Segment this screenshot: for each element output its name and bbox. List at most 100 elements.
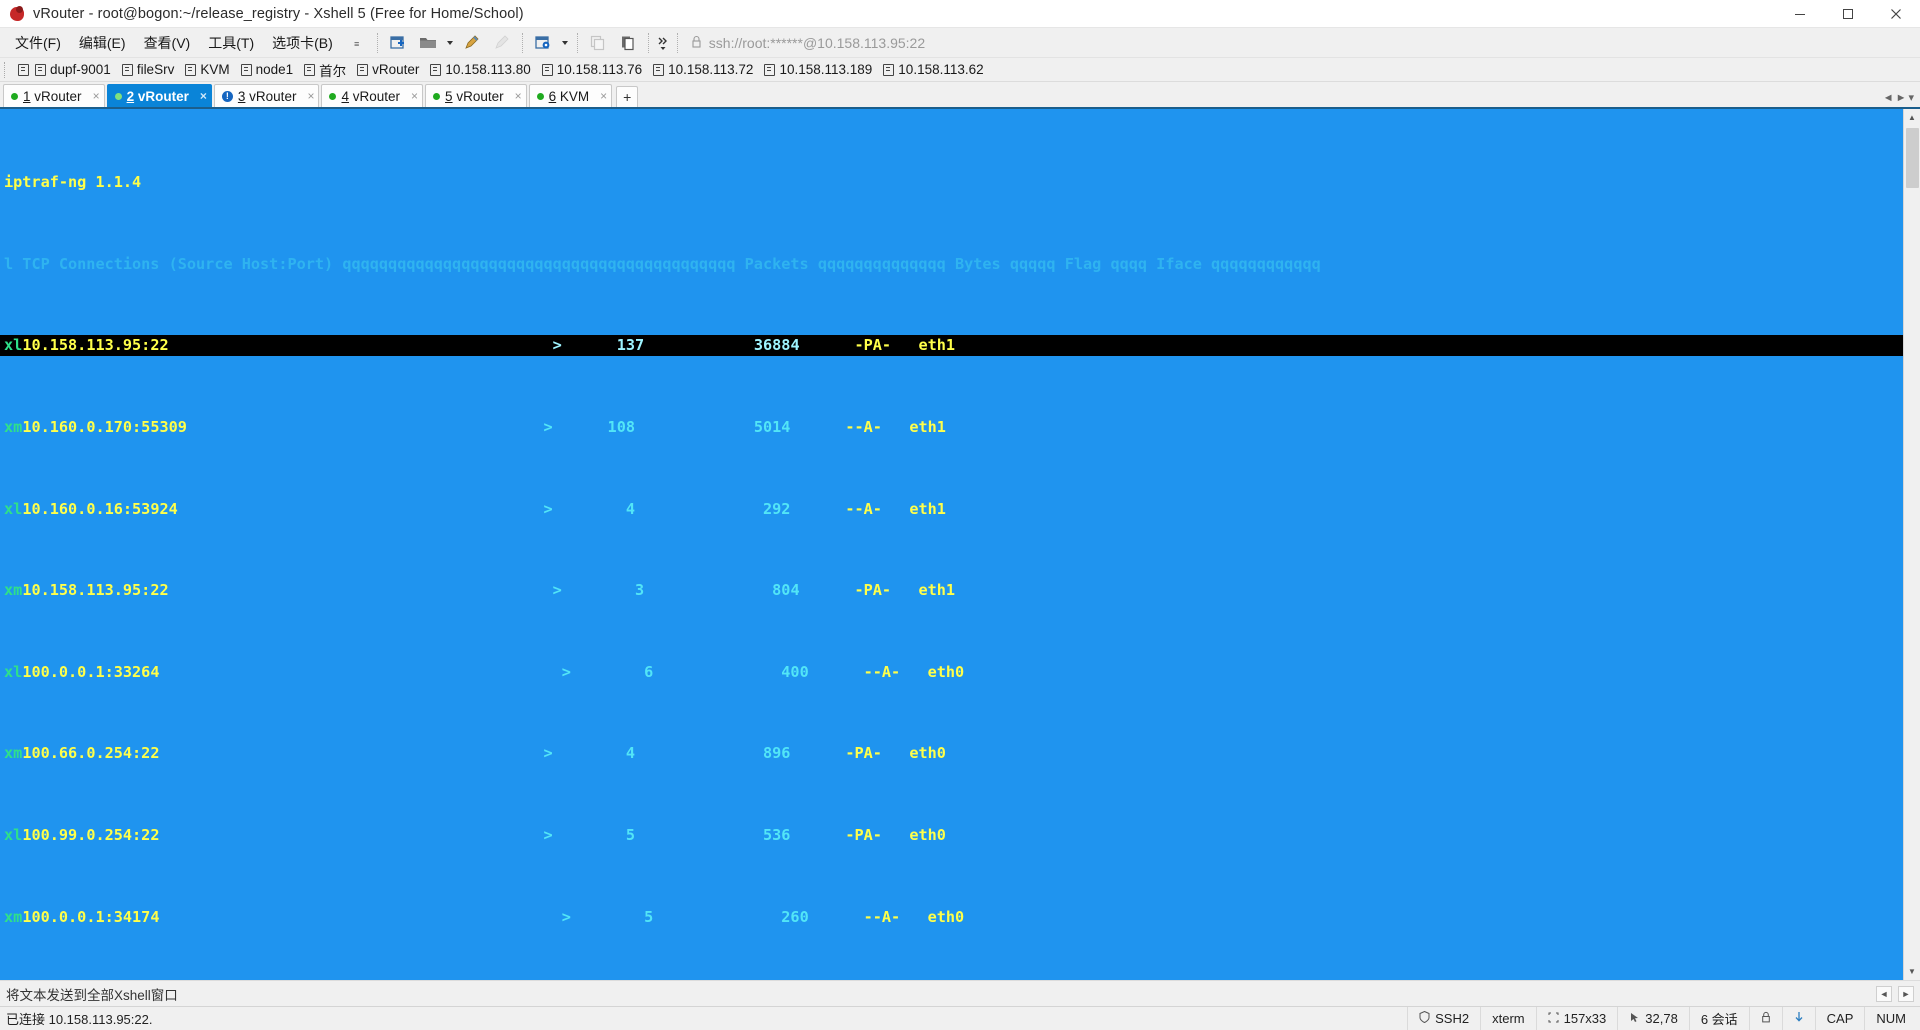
tcp-row[interactable]: xl100.0.0.1:33264 > 6 400 --A- eth0	[0, 662, 1903, 682]
bookmark-icon	[883, 63, 895, 76]
tab-status-dot-icon	[11, 92, 18, 100]
paste-icon[interactable]	[614, 31, 642, 55]
new-session-icon[interactable]	[384, 31, 412, 55]
tab-label: vRouter	[352, 88, 401, 104]
tab-strip-controls: ◄ ► ▾	[1883, 91, 1920, 107]
tab-3-vrouter[interactable]: ! 3 vRouter ×	[213, 84, 320, 107]
status-session-count: 6 会话	[1688, 1006, 1749, 1030]
properties-icon[interactable]	[529, 31, 557, 55]
scroll-down-arrow-icon[interactable]: ▼	[1903, 963, 1920, 980]
bookmark-icon	[304, 63, 316, 76]
tcp-row[interactable]: xl10.158.113.95:22 > 137 36884 -PA- eth1	[0, 335, 1903, 356]
sendbar-scroll-left-icon[interactable]: ◄	[1876, 985, 1892, 1002]
tab-close-icon[interactable]: ×	[194, 89, 207, 103]
tab-close-icon[interactable]: ×	[509, 89, 522, 103]
tab-1-vrouter[interactable]: 1 vRouter ×	[3, 84, 105, 107]
toolbar-separator	[376, 32, 378, 53]
tab-alert-icon: !	[221, 90, 233, 102]
bookmark-kvm[interactable]: KVM	[181, 61, 236, 78]
tab-label: vRouter	[34, 88, 82, 104]
bookmark-10-158-113-80[interactable]: 10.158.113.80	[426, 61, 537, 78]
bookmark-label: fileSrv	[136, 62, 175, 77]
cursor-icon	[1629, 1011, 1640, 1026]
bookmark-10-158-113-72[interactable]: 10.158.113.72	[649, 61, 760, 78]
terminal-area: iptraf-ng 1.1.4 l TCP Connections (Sourc…	[0, 107, 1920, 980]
tab-close-icon[interactable]: ×	[301, 89, 314, 103]
tab-number: 4	[341, 88, 349, 104]
bookmark-icon	[357, 63, 369, 76]
tcp-row[interactable]: xm10.158.113.95:22 > 3 804 -PA- eth1	[0, 580, 1903, 600]
bookmark-label: 10.158.113.62	[898, 62, 984, 77]
resize-icon	[1548, 1011, 1559, 1026]
bookmark-dupf-9001[interactable]: dupf-9001	[31, 61, 118, 78]
menu-view[interactable]: 查看(V)	[135, 30, 200, 56]
bookmark-icon	[653, 63, 665, 76]
status-lock-indicator	[1748, 1006, 1782, 1030]
tab-close-icon[interactable]: ×	[594, 89, 607, 103]
toolbar-separator-5	[676, 32, 678, 53]
open-folder-dropdown-icon[interactable]	[444, 31, 456, 55]
address-bar[interactable]: ssh://root:******@10.158.113.95:22	[690, 31, 1914, 54]
bookmark-grip[interactable]	[4, 61, 11, 78]
menu-tabs[interactable]: 选项卡(B)	[263, 30, 342, 56]
bookmark-icon	[430, 63, 442, 76]
tab-2-vrouter[interactable]: 2 vRouter ×	[106, 84, 212, 107]
window-title: vRouter - root@bogon:~/release_registry …	[33, 5, 524, 22]
tab-scroll-left-icon[interactable]: ◄	[1883, 92, 1894, 104]
tcp-row[interactable]: xl100.99.0.254:22 > 5 536 -PA- eth0	[0, 825, 1903, 845]
bookmark-10-158-113-189[interactable]: 10.158.113.189	[760, 61, 879, 78]
bookmark-icon	[121, 63, 133, 76]
address-value: ssh://root:******@10.158.113.95:22	[708, 34, 926, 51]
bookmark-seoul[interactable]: 首尔	[300, 59, 353, 81]
edit-session-icon[interactable]	[458, 31, 486, 55]
xshell-window: vRouter - root@bogon:~/release_registry …	[0, 0, 1920, 1030]
toolbar-separator-4	[647, 32, 649, 53]
bookmark-10-158-113-76[interactable]: 10.158.113.76	[538, 61, 649, 78]
title-bar: vRouter - root@bogon:~/release_registry …	[0, 0, 1920, 28]
tcp-row[interactable]: xl10.160.0.16:53924 > 4 292 --A- eth1	[0, 499, 1903, 519]
sendbar-scroll-right-icon[interactable]: ►	[1898, 985, 1914, 1002]
tab-scroll-right-icon[interactable]: ►	[1896, 92, 1907, 104]
close-button[interactable]	[1872, 0, 1920, 28]
terminal-scrollbar[interactable]: ▲ ▼	[1903, 109, 1920, 980]
new-tab-button[interactable]: +	[616, 86, 639, 107]
overflow-chevron-icon[interactable]	[655, 31, 671, 55]
tab-list-icon[interactable]: ▾	[1908, 91, 1914, 104]
maximize-button[interactable]	[1824, 0, 1872, 28]
tab-status-dot-icon	[536, 92, 544, 100]
bookmark-vrouter[interactable]: vRouter	[353, 61, 426, 78]
scroll-thumb[interactable]	[1905, 128, 1919, 188]
tcp-panel-header: l TCP Connections (Source Host:Port) qqq…	[4, 254, 1321, 273]
tab-strip: 1 vRouter × 2 vRouter × ! 3 vRouter × 4 …	[0, 82, 1920, 107]
tcp-row[interactable]: xm10.160.0.170:55309 > 108 5014 --A- eth…	[0, 417, 1903, 437]
menu-file[interactable]: 文件(F)	[6, 30, 70, 56]
properties-dropdown-icon[interactable]	[559, 31, 571, 55]
minimize-button[interactable]	[1776, 0, 1824, 28]
status-terminal-type: xterm	[1480, 1006, 1536, 1030]
status-download-indicator	[1781, 1006, 1815, 1030]
tab-6-kvm[interactable]: 6 KVM ×	[528, 84, 613, 107]
tab-4-vrouter[interactable]: 4 vRouter ×	[321, 84, 424, 107]
scroll-up-arrow-icon[interactable]: ▲	[1903, 109, 1920, 126]
tab-close-icon[interactable]: ×	[405, 89, 418, 103]
menu-overflow-icon[interactable]: ≡	[343, 31, 371, 55]
bookmark-filesrv[interactable]: fileSrv	[118, 61, 182, 78]
bookmark-node1[interactable]: node1	[237, 61, 301, 78]
status-screen-size: 157x33	[1535, 1006, 1618, 1030]
tcp-row[interactable]: xm100.66.0.254:22 > 4 896 -PA- eth0	[0, 743, 1903, 763]
bookmark-label: node1	[255, 62, 294, 77]
menu-edit[interactable]: 编辑(E)	[70, 30, 135, 56]
tcp-row[interactable]: xm100.0.0.1:34174 > 5 260 --A- eth0	[0, 907, 1903, 927]
bookmark-label: 10.158.113.72	[668, 62, 754, 77]
tab-5-vrouter[interactable]: 5 vRouter ×	[425, 84, 527, 107]
bookmark-label: KVM	[200, 62, 230, 77]
tab-close-icon[interactable]: ×	[87, 89, 100, 103]
bookmark-home[interactable]	[14, 63, 31, 77]
menu-tools[interactable]: 工具(T)	[199, 30, 263, 56]
bookmark-10-158-113-62[interactable]: 10.158.113.62	[879, 61, 990, 78]
bookmark-label: 首尔	[319, 63, 347, 79]
bookmark-icon	[240, 63, 252, 76]
open-folder-icon[interactable]	[414, 31, 442, 55]
window-controls	[1776, 0, 1920, 28]
terminal-screen[interactable]: iptraf-ng 1.1.4 l TCP Connections (Sourc…	[0, 109, 1903, 980]
